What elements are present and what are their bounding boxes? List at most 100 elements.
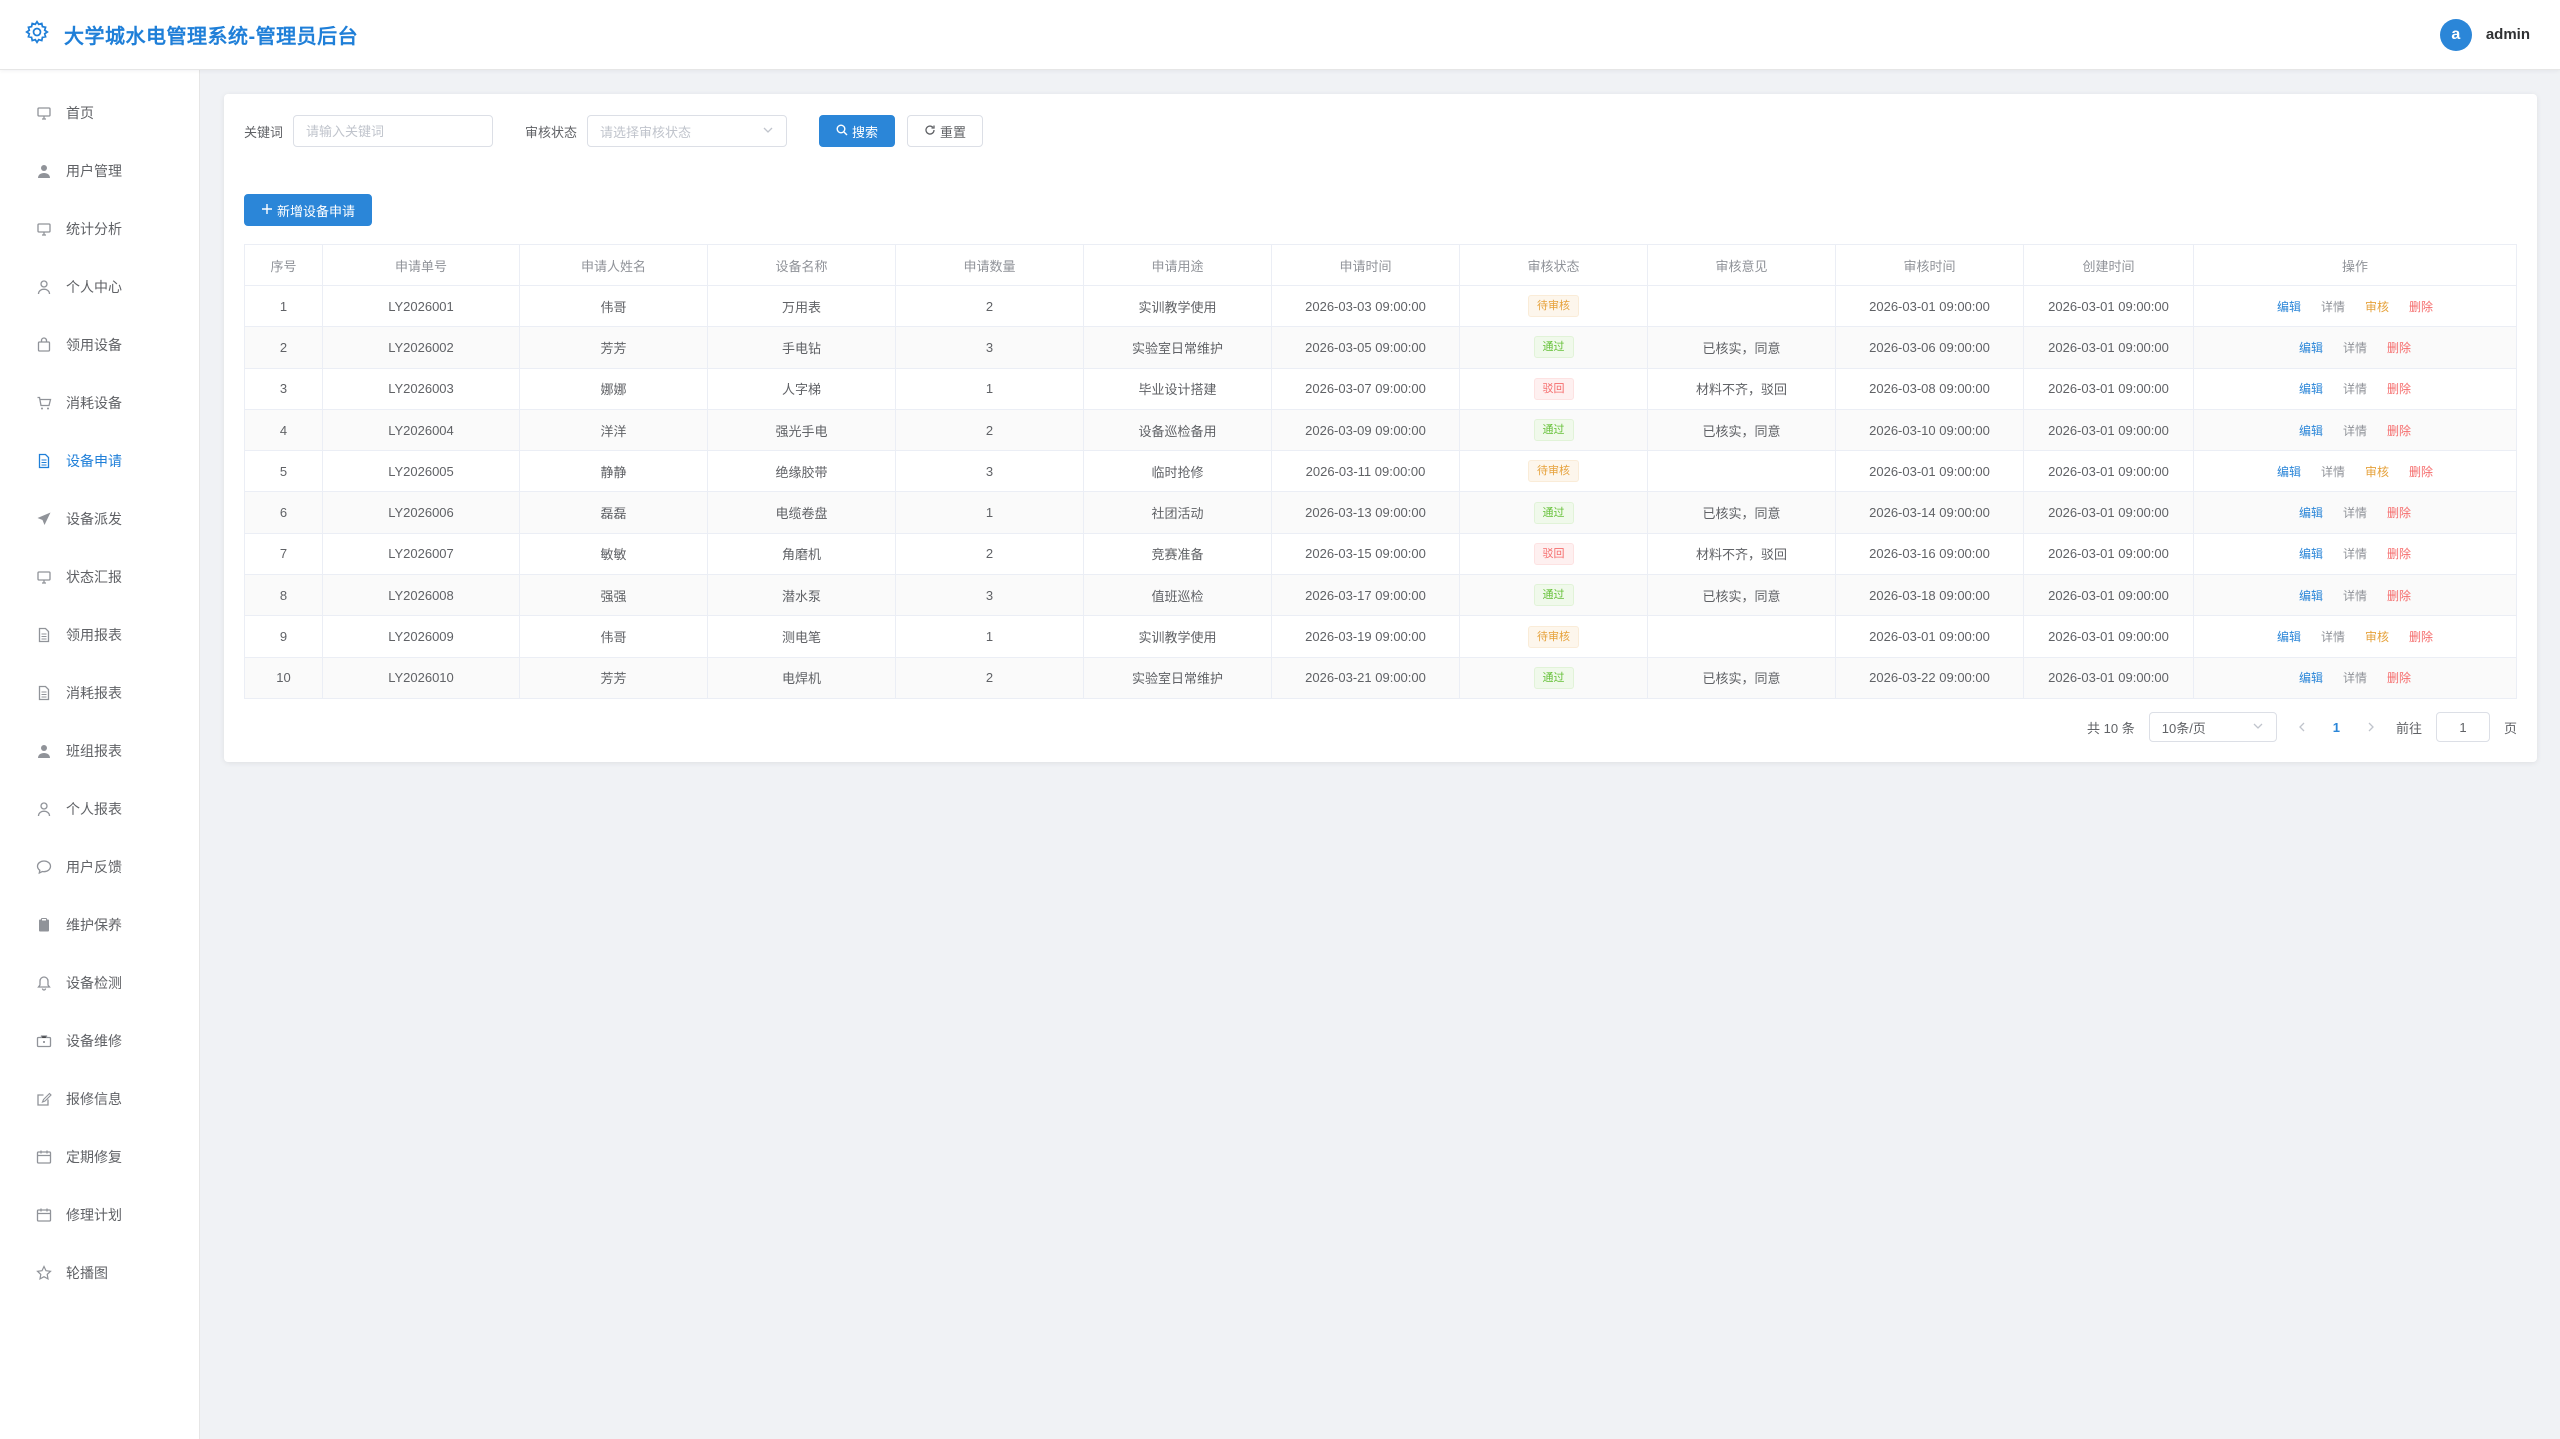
- add-application-label: 新增设备申请: [277, 203, 356, 219]
- sidebar-item-19[interactable]: 修理计划: [0, 1186, 199, 1244]
- sidebar-item-17[interactable]: 报修信息: [0, 1070, 199, 1128]
- sidebar-item-16[interactable]: 设备维修: [0, 1012, 199, 1070]
- page-number-current[interactable]: 1: [2327, 720, 2346, 735]
- delete-button[interactable]: 删除: [2387, 669, 2411, 686]
- sidebar-item-12[interactable]: 个人报表: [0, 780, 199, 838]
- avatar[interactable]: a: [2439, 18, 2472, 51]
- delete-button[interactable]: 删除: [2387, 380, 2411, 397]
- edit-button[interactable]: 编辑: [2277, 628, 2301, 645]
- sidebar-item-6[interactable]: 设备申请: [0, 432, 199, 490]
- add-application-button[interactable]: 新增设备申请: [244, 194, 373, 226]
- sidebar-item-7[interactable]: 设备派发: [0, 490, 199, 548]
- edit-button[interactable]: 编辑: [2299, 587, 2323, 604]
- status-select-placeholder: 请选择审核状态: [600, 124, 692, 140]
- sidebar-item-1[interactable]: 用户管理: [0, 142, 199, 200]
- app-title: 大学城水电管理系统-管理员后台: [64, 26, 359, 48]
- reset-button[interactable]: 重置: [907, 115, 984, 147]
- edit-button[interactable]: 编辑: [2277, 298, 2301, 315]
- row-actions: 编辑 详情 删除: [2194, 658, 2516, 698]
- detail-button[interactable]: 详情: [2343, 587, 2367, 604]
- prev-page-button[interactable]: [2291, 719, 2313, 735]
- table-cell: 娜娜: [520, 368, 708, 409]
- delete-button[interactable]: 删除: [2387, 422, 2411, 439]
- edit-button[interactable]: 编辑: [2299, 380, 2323, 397]
- refresh-icon: [924, 124, 936, 139]
- sidebar-item-18[interactable]: 定期修复: [0, 1128, 199, 1186]
- table-cell: 手电钻: [708, 327, 896, 368]
- delete-button[interactable]: 删除: [2387, 545, 2411, 562]
- table-cell: 2026-03-01 09:00:00: [2024, 657, 2194, 698]
- edit-button[interactable]: 编辑: [2299, 545, 2323, 562]
- sidebar-item-9[interactable]: 领用报表: [0, 606, 199, 664]
- table-row: 4 LY2026004 洋洋 强光手电 2 设备巡检备用 2026-03-09 09:00:…: [245, 409, 2516, 452]
- search-button[interactable]: 搜索: [819, 115, 896, 147]
- edit-button[interactable]: 编辑: [2299, 339, 2323, 356]
- status-select[interactable]: 请选择审核状态: [587, 115, 788, 147]
- sidebar-item-0[interactable]: 首页: [0, 84, 199, 142]
- edit-button[interactable]: 编辑: [2299, 504, 2323, 521]
- detail-button[interactable]: 详情: [2321, 628, 2345, 645]
- table-cell: 电焊机: [708, 657, 896, 698]
- table-cell: 角磨机: [708, 533, 896, 575]
- detail-button[interactable]: 详情: [2343, 504, 2367, 521]
- sidebar-item-8[interactable]: 状态汇报: [0, 548, 199, 606]
- edit-button[interactable]: 编辑: [2299, 669, 2323, 686]
- table-cell: 实训教学使用: [1084, 286, 1272, 327]
- table-cell: 2026-03-08 09:00:00: [1836, 368, 2024, 409]
- sidebar-item-14[interactable]: 维护保养: [0, 896, 199, 954]
- audit-button[interactable]: 审核: [2365, 298, 2389, 315]
- detail-button[interactable]: 详情: [2321, 298, 2345, 315]
- delete-button[interactable]: 删除: [2387, 339, 2411, 356]
- table-cell: 待审核: [1460, 286, 1648, 327]
- detail-button[interactable]: 详情: [2343, 545, 2367, 562]
- table-cell: 洋洋: [520, 409, 708, 451]
- table-cell: 芳芳: [520, 657, 708, 698]
- table-header-row: 序号 申请单号 申请人姓名 设备名称 申请数量 申请用途 申请时间 审核状态 审核意见 审核时间创…: [245, 245, 2516, 286]
- edit-button[interactable]: 编辑: [2277, 463, 2301, 480]
- column-header: 申请时间: [1272, 245, 1460, 285]
- column-header: 申请人姓名: [520, 245, 708, 285]
- sidebar-item-13[interactable]: 用户反馈: [0, 838, 199, 896]
- delete-button[interactable]: 删除: [2409, 298, 2433, 315]
- user-menu[interactable]: a admin: [2439, 18, 2530, 51]
- delete-button[interactable]: 删除: [2409, 628, 2433, 645]
- briefcase-icon: [36, 1033, 52, 1049]
- keyword-input[interactable]: [293, 115, 494, 147]
- sidebar-item-10[interactable]: 消耗报表: [0, 664, 199, 722]
- audit-button[interactable]: 审核: [2365, 628, 2389, 645]
- page-size-value: 10条/页: [2161, 720, 2206, 736]
- sidebar-item-label: 设备申请: [66, 453, 122, 469]
- column-header: 审核意见: [1648, 245, 1836, 285]
- sidebar-item-20[interactable]: 轮播图: [0, 1244, 199, 1302]
- table-row: 6 LY2026006 磊磊 电缆卷盘 1 社团活动 2026-03-13 09:00:00…: [245, 492, 2516, 534]
- edit-icon: [36, 1091, 52, 1107]
- detail-button[interactable]: 详情: [2343, 380, 2367, 397]
- sidebar-item-2[interactable]: 统计分析: [0, 200, 199, 258]
- username[interactable]: admin: [2486, 26, 2530, 43]
- sidebar-item-15[interactable]: 设备检测: [0, 954, 199, 1012]
- table-cell: 2026-03-13 09:00:00: [1272, 492, 1460, 533]
- delete-button[interactable]: 删除: [2387, 587, 2411, 604]
- sidebar-item-4[interactable]: 领用设备: [0, 316, 199, 374]
- sidebar-item-label: 报修信息: [66, 1091, 122, 1107]
- edit-button[interactable]: 编辑: [2299, 422, 2323, 439]
- chevron-down-icon: [2252, 720, 2264, 735]
- application-table: 序号 申请单号 申请人姓名 设备名称 申请数量 申请用途 申请时间 审核状态 审核意见 审核时间创…: [244, 244, 2517, 699]
- sidebar-item-3[interactable]: 个人中心: [0, 258, 199, 316]
- detail-button[interactable]: 详情: [2343, 669, 2367, 686]
- column-header: 申请用途: [1084, 245, 1272, 285]
- detail-button[interactable]: 详情: [2343, 422, 2367, 439]
- calendar-icon: [36, 1207, 52, 1223]
- detail-button[interactable]: 详情: [2321, 463, 2345, 480]
- delete-button[interactable]: 删除: [2387, 504, 2411, 521]
- next-page-button[interactable]: [2360, 719, 2382, 735]
- table-cell: 2: [245, 327, 323, 368]
- goto-page-input[interactable]: [2435, 712, 2490, 742]
- sidebar-item-5[interactable]: 消耗设备: [0, 374, 199, 432]
- detail-button[interactable]: 详情: [2343, 339, 2367, 356]
- table-cell: 2026-03-01 09:00:00: [2024, 451, 2194, 492]
- delete-button[interactable]: 删除: [2409, 463, 2433, 480]
- page-size-select[interactable]: 10条/页: [2148, 712, 2277, 742]
- audit-button[interactable]: 审核: [2365, 463, 2389, 480]
- sidebar-item-11[interactable]: 班组报表: [0, 722, 199, 780]
